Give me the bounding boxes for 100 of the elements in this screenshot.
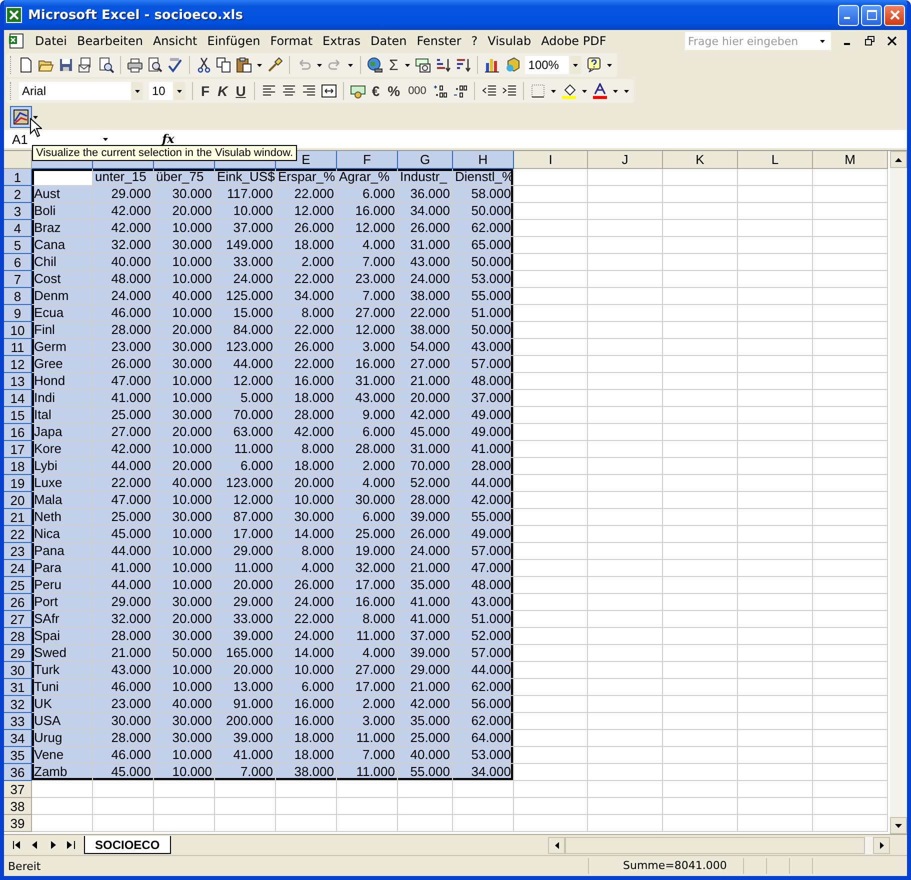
table-cell: 42.000 — [93, 220, 154, 237]
table-cell: 27.000 — [93, 424, 154, 441]
table-cell: 41.000 — [93, 560, 154, 577]
table-cell: 22.000 — [398, 305, 453, 322]
table-cell: 45.000 — [93, 526, 154, 543]
table-cell: 43.000 — [398, 254, 453, 271]
table-cell: 19.000 — [337, 543, 398, 560]
table-cell: 40.000 — [154, 696, 215, 713]
table-cell: 30.000 — [93, 713, 154, 730]
table-cell: 44.000 — [453, 475, 514, 492]
table-cell: 4.000 — [337, 237, 398, 254]
table-cell: 25.000 — [398, 730, 453, 747]
table-cell: 62.000 — [453, 220, 514, 237]
table-cell: 38.000 — [398, 322, 453, 339]
table-cell: 35.000 — [398, 713, 453, 730]
table-cell: 64.000 — [453, 730, 514, 747]
table-cell: 7.000 — [337, 288, 398, 305]
table-cell: 22.000 — [93, 475, 154, 492]
table-cell: 63.000 — [215, 424, 276, 441]
table-cell: Cost — [32, 271, 93, 288]
table-cell: 55.000 — [398, 764, 453, 781]
table-cell: Neth — [32, 509, 93, 526]
table-cell: 32.000 — [93, 611, 154, 628]
table-cell: Lybi — [32, 458, 93, 475]
table-cell: 30.000 — [154, 628, 215, 645]
table-cell: 2.000 — [337, 458, 398, 475]
table-cell: 6.000 — [215, 458, 276, 475]
table-cell: 10.000 — [154, 764, 215, 781]
table-cell: Port — [32, 594, 93, 611]
table-cell: 16.000 — [276, 696, 337, 713]
table-cell: 39.000 — [215, 730, 276, 747]
table-cell: 50.000 — [453, 203, 514, 220]
table-cell: 55.000 — [453, 288, 514, 305]
table-cell: 10.000 — [154, 560, 215, 577]
table-cell: 41.000 — [215, 747, 276, 764]
table-cell: 23.000 — [93, 339, 154, 356]
table-cell: Chil — [32, 254, 93, 271]
table-cell: Germ — [32, 339, 93, 356]
table-cell: 21.000 — [398, 560, 453, 577]
table-cell: 53.000 — [453, 271, 514, 288]
table-cell: 6.000 — [337, 186, 398, 203]
table-cell: 2.000 — [337, 696, 398, 713]
table-cell: 26.000 — [398, 220, 453, 237]
table-cell: 87.000 — [215, 509, 276, 526]
selection-sum: Summe=8041.000 — [588, 858, 743, 874]
table-cell: 30.000 — [154, 594, 215, 611]
table-cell: 44.000 — [215, 356, 276, 373]
table-cell: 24.000 — [215, 271, 276, 288]
table-cell: 58.000 — [453, 186, 514, 203]
table-cell: 29.000 — [93, 186, 154, 203]
table-cell: 52.000 — [453, 628, 514, 645]
table-cell: 31.000 — [398, 441, 453, 458]
table-cell: Mala — [32, 492, 93, 509]
table-cell: Tuni — [32, 679, 93, 696]
table-cell: 62.000 — [453, 679, 514, 696]
table-cell: 35.000 — [398, 577, 453, 594]
table-cell: Boli — [32, 203, 93, 220]
table-cell: 41.000 — [398, 594, 453, 611]
table-cell: 56.000 — [453, 696, 514, 713]
table-cell: 16.000 — [337, 356, 398, 373]
table-cell: 30.000 — [154, 730, 215, 747]
table-cell: Para — [32, 560, 93, 577]
table-cell: 4.000 — [337, 645, 398, 662]
table-cell: 28.000 — [337, 441, 398, 458]
table-cell: 91.000 — [215, 696, 276, 713]
table-cell: Erspar_% — [276, 169, 337, 186]
table-cell: 8.000 — [276, 543, 337, 560]
table-cell: 37.000 — [215, 220, 276, 237]
table-cell: 51.000 — [453, 305, 514, 322]
table-cell: 26.000 — [93, 356, 154, 373]
table-cell: 10.000 — [154, 543, 215, 560]
table-cell: 32.000 — [93, 237, 154, 254]
table-cell: 10.000 — [154, 271, 215, 288]
table-cell: 33.000 — [215, 254, 276, 271]
table-cell: Eink_US$ — [215, 169, 276, 186]
table-cell: 6.000 — [337, 509, 398, 526]
table-cell: 30.000 — [276, 509, 337, 526]
table-cell: 40.000 — [93, 254, 154, 271]
table-cell: 46.000 — [93, 305, 154, 322]
table-cell: 20.000 — [154, 203, 215, 220]
table-cell: 11.000 — [215, 560, 276, 577]
table-cell: 20.000 — [154, 322, 215, 339]
table-cell: 20.000 — [154, 424, 215, 441]
table-cell: Swed — [32, 645, 93, 662]
table-cell: 50.000 — [154, 645, 215, 662]
table-cell: 10.000 — [154, 662, 215, 679]
table-cell: 54.000 — [398, 339, 453, 356]
table-cell: 25.000 — [93, 509, 154, 526]
table-cell: 11.000 — [337, 628, 398, 645]
table-cell: 42.000 — [398, 696, 453, 713]
table-cell: 47.000 — [93, 373, 154, 390]
table-cell: 34.000 — [453, 764, 514, 781]
table-cell: 8.000 — [276, 441, 337, 458]
table-cell: 5.000 — [215, 390, 276, 407]
table-cell: Luxe — [32, 475, 93, 492]
table-cell: 15.000 — [215, 305, 276, 322]
table-cell: Finl — [32, 322, 93, 339]
table-cell: Zamb — [32, 764, 93, 781]
table-cell: 30.000 — [154, 237, 215, 254]
table-cell: Cana — [32, 237, 93, 254]
